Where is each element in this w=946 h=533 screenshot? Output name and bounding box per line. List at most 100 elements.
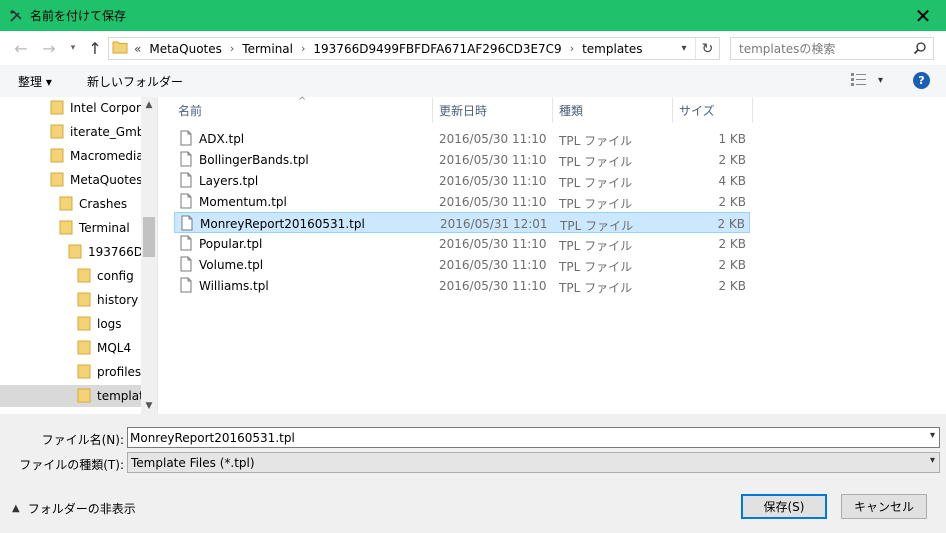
tree-item[interactable]: profiles bbox=[77, 361, 141, 383]
column-header-name[interactable]: 名前 bbox=[178, 97, 202, 123]
save-button[interactable]: 保存(S) bbox=[741, 494, 827, 519]
file-name: Popular.tpl bbox=[199, 237, 263, 251]
tree-item-label: logs bbox=[97, 317, 122, 331]
filetype-dropdown-icon[interactable]: ▾ bbox=[930, 455, 935, 466]
chevron-up-icon: ▲ bbox=[12, 503, 20, 514]
hide-folders-label: フォルダーの非表示 bbox=[27, 502, 136, 516]
navigation-pane: Intel Corporat iterate_GmbH Macromedia Meta… bbox=[0, 97, 157, 414]
file-type: TPL ファイル bbox=[559, 155, 633, 169]
search-input[interactable] bbox=[739, 41, 909, 56]
tree-item-label: config bbox=[97, 269, 134, 283]
tree-item[interactable]: 193766D94 bbox=[68, 241, 157, 263]
file-date: 2016/05/30 11:10 bbox=[439, 132, 547, 146]
refresh-icon[interactable]: ↻ bbox=[695, 38, 719, 59]
column-divider[interactable] bbox=[672, 97, 673, 123]
folder-icon bbox=[50, 171, 64, 190]
file-type: TPL ファイル bbox=[559, 176, 633, 190]
column-header-date[interactable]: 更新日時 bbox=[439, 97, 487, 123]
file-size: 2 KB bbox=[718, 279, 746, 293]
tree-item[interactable]: logs bbox=[77, 313, 141, 335]
file-name: Layers.tpl bbox=[199, 174, 259, 188]
view-options-button[interactable]: ▾ bbox=[850, 71, 883, 90]
tree-item-label: MQL4 bbox=[97, 341, 132, 355]
file-row[interactable]: Williams.tpl 2016/05/30 11:10 TPL ファイル 2 KB bbox=[174, 275, 750, 296]
breadcrumb-separator-icon[interactable]: › bbox=[570, 42, 574, 55]
file-size: 4 KB bbox=[718, 174, 746, 188]
breadcrumb-overflow[interactable]: « bbox=[134, 42, 141, 56]
column-header-size[interactable]: サイズ bbox=[679, 97, 715, 123]
file-type: TPL ファイル bbox=[559, 197, 633, 211]
command-bar: 整理 ▾ 新しいフォルダー ▾ ? bbox=[0, 65, 946, 97]
column-divider[interactable] bbox=[752, 97, 753, 123]
file-icon bbox=[181, 215, 193, 234]
file-name: ADX.tpl bbox=[199, 132, 245, 146]
breadcrumb-profile-folder[interactable]: 193766D9499FBFDFA671AF296CD3E7C9 bbox=[313, 42, 561, 56]
folder-icon bbox=[50, 147, 64, 166]
column-divider[interactable] bbox=[432, 97, 433, 123]
close-icon[interactable]: ✕ bbox=[900, 0, 946, 31]
address-bar[interactable]: « MetaQuotes › Terminal › 193766D9499FBF… bbox=[108, 37, 720, 60]
folder-icon bbox=[77, 339, 91, 358]
file-row[interactable]: BollingerBands.tpl 2016/05/30 11:10 TPL ファ… bbox=[174, 149, 750, 170]
hide-folders-toggle[interactable]: ▲ フォルダーの非表示 bbox=[12, 500, 136, 517]
file-row[interactable]: Volume.tpl 2016/05/30 11:10 TPL ファイル 2 KB bbox=[174, 254, 750, 275]
tree-item[interactable]: history bbox=[77, 289, 141, 311]
organize-menu-button[interactable]: 整理 ▾ bbox=[18, 73, 52, 90]
address-bar-row: ← → ▾ ↑ « MetaQuotes › Terminal › 193766… bbox=[0, 31, 946, 65]
column-divider[interactable] bbox=[552, 97, 553, 123]
file-type: TPL ファイル bbox=[559, 281, 633, 295]
tree-item[interactable]: Macromedia bbox=[50, 145, 144, 167]
file-date: 2016/05/30 11:10 bbox=[439, 174, 547, 188]
scroll-down-icon[interactable]: ▼ bbox=[141, 398, 157, 414]
back-arrow-icon[interactable]: ← bbox=[8, 35, 34, 61]
file-row[interactable]: Popular.tpl 2016/05/30 11:10 TPL ファイル 2 KB bbox=[174, 233, 750, 254]
file-type: TPL ファイル bbox=[559, 134, 633, 148]
cancel-button[interactable]: キャンセル bbox=[841, 494, 927, 519]
scrollbar-thumb[interactable] bbox=[143, 217, 155, 257]
navigation-scrollbar[interactable]: ▲ ▼ bbox=[141, 97, 157, 414]
filename-input[interactable] bbox=[130, 430, 910, 445]
search-icon[interactable] bbox=[913, 41, 927, 58]
tree-item[interactable]: iterate_GmbH bbox=[50, 121, 153, 143]
window-title: 名前を付けて保存 bbox=[30, 9, 127, 23]
folder-icon bbox=[77, 363, 91, 382]
file-name: Momentum.tpl bbox=[199, 195, 287, 209]
file-row[interactable]: Momentum.tpl 2016/05/30 11:10 TPL ファイル 2 KB bbox=[174, 191, 750, 212]
breadcrumb-separator-icon[interactable]: › bbox=[230, 42, 234, 55]
column-header-type[interactable]: 種類 bbox=[559, 97, 583, 123]
help-icon[interactable]: ? bbox=[913, 72, 930, 89]
tree-item[interactable]: MQL4 bbox=[77, 337, 141, 359]
address-dropdown-icon[interactable]: ▾ bbox=[675, 38, 693, 59]
tree-item[interactable]: MetaQuotes bbox=[50, 169, 143, 191]
file-row[interactable]: Layers.tpl 2016/05/30 11:10 TPL ファイル 4 KB bbox=[174, 170, 750, 191]
breadcrumb-templates[interactable]: templates bbox=[582, 42, 642, 56]
forward-arrow-icon[interactable]: → bbox=[36, 35, 62, 61]
breadcrumb-metaquotes[interactable]: MetaQuotes bbox=[149, 42, 222, 56]
tree-item[interactable]: Terminal bbox=[59, 217, 141, 239]
tree-item[interactable]: Intel Corporat bbox=[50, 97, 153, 119]
file-size: 2 KB bbox=[718, 153, 746, 167]
tree-item[interactable]: config bbox=[77, 265, 141, 287]
sort-ascending-icon: ^ bbox=[298, 96, 307, 107]
file-row[interactable]: MonreyReport20160531.tpl 2016/05/31 12:01… bbox=[174, 212, 750, 233]
filename-combobox[interactable]: ▾ bbox=[127, 427, 940, 448]
filename-dropdown-icon[interactable]: ▾ bbox=[930, 430, 935, 441]
file-row[interactable]: ADX.tpl 2016/05/30 11:10 TPL ファイル 1 KB bbox=[174, 128, 750, 149]
up-arrow-icon[interactable]: ↑ bbox=[82, 35, 108, 61]
filetype-select[interactable]: Template Files (*.tpl) ▾ bbox=[127, 452, 940, 473]
folder-icon bbox=[59, 195, 73, 214]
file-size: 2 KB bbox=[718, 237, 746, 251]
breadcrumb-separator-icon[interactable]: › bbox=[301, 42, 305, 55]
file-name: Volume.tpl bbox=[199, 258, 264, 272]
file-icon bbox=[180, 256, 192, 275]
file-date: 2016/05/30 11:10 bbox=[439, 195, 547, 209]
new-folder-button[interactable]: 新しいフォルダー bbox=[87, 73, 183, 90]
search-box[interactable] bbox=[730, 37, 934, 60]
tree-item[interactable]: Crashes bbox=[59, 193, 141, 215]
tree-item[interactable]: template bbox=[0, 385, 151, 407]
scroll-up-icon[interactable]: ▲ bbox=[141, 97, 157, 113]
file-icon bbox=[180, 277, 192, 296]
tree-item-label: Terminal bbox=[79, 221, 130, 235]
breadcrumb-terminal[interactable]: Terminal bbox=[242, 42, 293, 56]
file-size: 2 KB bbox=[718, 258, 746, 272]
